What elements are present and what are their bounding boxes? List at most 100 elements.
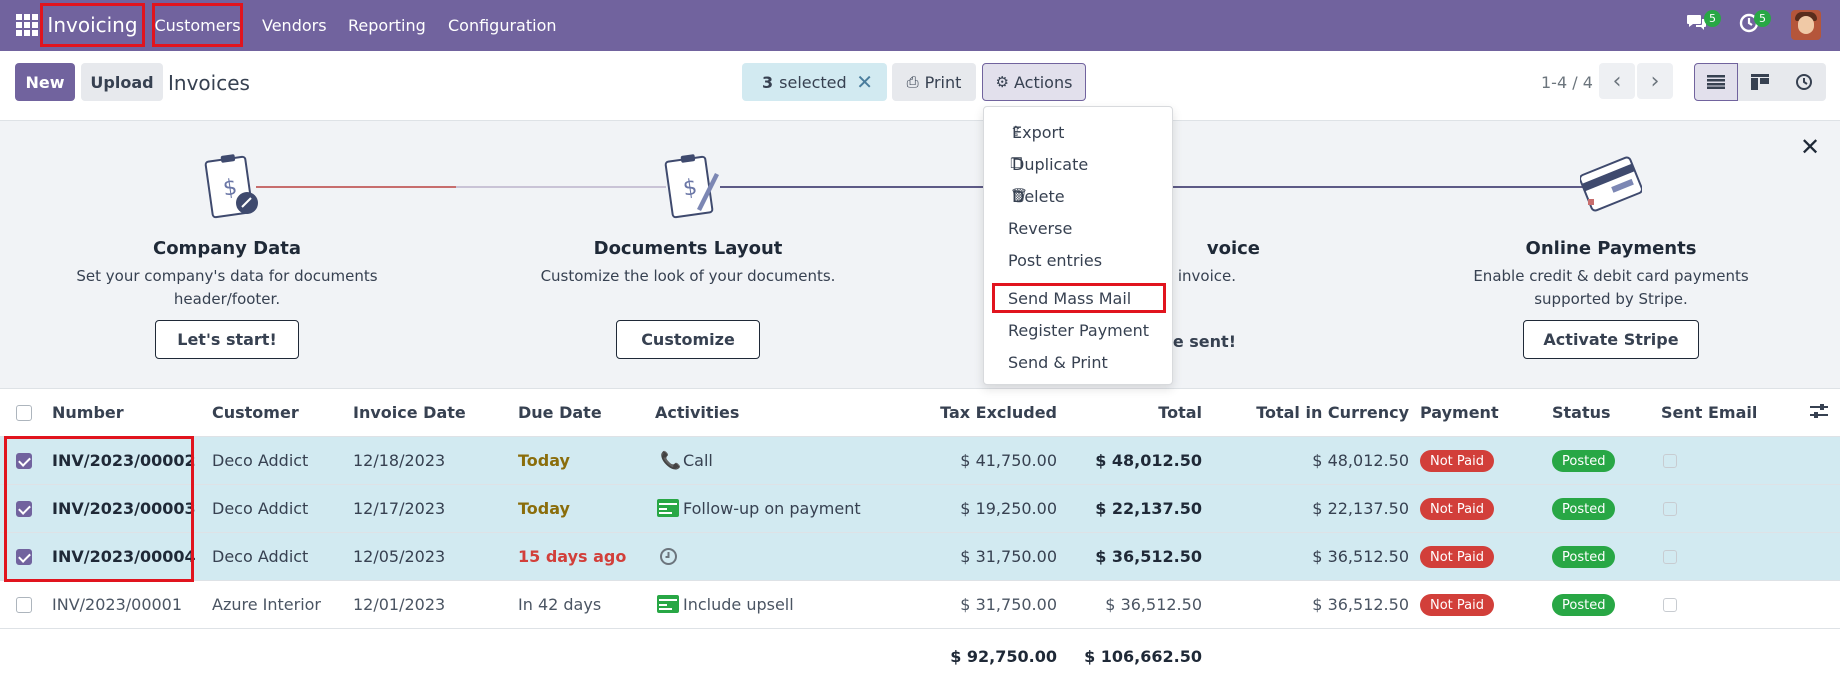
unselect-all-icon[interactable]: ✕ [856, 70, 873, 94]
table-row[interactable]: INV/2023/00001 Azure Interior 12/01/2023… [0, 581, 1840, 629]
column-header-sent-email[interactable]: Sent Email [1661, 403, 1757, 422]
actions-label: Actions [1014, 72, 1073, 92]
column-header-payment[interactable]: Payment [1420, 403, 1499, 422]
column-header-activities[interactable]: Activities [655, 403, 739, 422]
close-onboarding-icon[interactable]: ✕ [1800, 133, 1820, 161]
nav-vendors[interactable]: Vendors [262, 0, 327, 51]
column-header-status[interactable]: Status [1552, 403, 1611, 422]
lets-start-button[interactable]: Let's start! [155, 320, 299, 359]
optional-columns-icon[interactable] [1810, 403, 1828, 423]
column-header-invoice-date[interactable]: Invoice Date [353, 403, 466, 422]
print-icon: ⎙ [906, 73, 919, 91]
menu-item-register-payment[interactable]: Register Payment [984, 315, 1174, 345]
app-brand[interactable]: Invoicing [40, 3, 145, 47]
print-button[interactable]: ⎙ Print [892, 63, 976, 101]
upload-button[interactable]: Upload [81, 63, 163, 101]
step-title: Documents Layout [593, 238, 783, 259]
due-date: 15 days ago [518, 547, 627, 566]
phone-icon[interactable]: 📞 [660, 451, 681, 471]
column-header-number[interactable]: Number [52, 403, 124, 422]
step-description: Set your company's data for documents hea… [76, 267, 378, 308]
sent-email-checkbox [1663, 454, 1677, 468]
activities-count-badge: 5 [1754, 10, 1771, 27]
selection-indicator: 3 selected ✕ [742, 63, 887, 101]
copy-icon: ❐ [1010, 156, 1023, 172]
new-button[interactable]: New [15, 63, 75, 101]
sum-total: $ 106,662.50 [1084, 647, 1202, 666]
status-badge: Posted [1552, 546, 1616, 568]
progress-line [256, 186, 456, 188]
invoice-date: 12/01/2023 [353, 595, 446, 614]
invoice-number: INV/2023/00001 [52, 595, 183, 614]
activity-view-icon[interactable] [1782, 63, 1826, 101]
table-row[interactable]: INV/2023/00002 Deco Addict 12/18/2023 To… [0, 437, 1840, 485]
select-all-checkbox[interactable] [16, 405, 32, 421]
list-view-icon[interactable] [1694, 63, 1738, 101]
upsell-activity-icon[interactable] [657, 594, 679, 618]
column-header-total-in-currency[interactable]: Total in Currency [1240, 403, 1409, 422]
page-title: Invoices [168, 71, 250, 95]
kanban-view-icon[interactable] [1738, 63, 1782, 101]
status-badge: Posted [1552, 450, 1616, 472]
clock-icon[interactable] [659, 547, 678, 570]
sum-tax-excluded: $ 92,750.00 [950, 647, 1057, 666]
column-header-total[interactable]: Total [1060, 403, 1202, 422]
actions-button[interactable]: ⚙ Actions [982, 63, 1086, 101]
total-in-currency: $ 36,512.50 [1312, 547, 1409, 566]
step-description: Customize the look of your documents. [540, 267, 836, 285]
due-date: In 42 days [518, 595, 602, 614]
documents-layout-step-icon: $ [663, 151, 723, 221]
invoice-date: 12/18/2023 [353, 451, 446, 470]
total: $ 48,012.50 [1095, 451, 1202, 470]
top-navbar: Invoicing Customers Vendors Reporting Co… [0, 0, 1840, 51]
due-date: Today [518, 499, 570, 518]
menu-item-reverse[interactable]: Reverse [984, 213, 1174, 243]
payment-followup-icon[interactable] [657, 498, 679, 522]
column-header-customer[interactable]: Customer [212, 403, 299, 422]
nav-customers[interactable]: Customers [152, 3, 243, 47]
menu-item-delete[interactable]: 🗑 Delete [984, 181, 1174, 211]
customer-name: Deco Addict [212, 547, 309, 566]
nav-reporting[interactable]: Reporting [348, 0, 426, 51]
selected-count: 3 [762, 72, 774, 92]
pager-next-icon[interactable]: › [1637, 63, 1673, 99]
menu-item-duplicate[interactable]: ❐ Duplicate [984, 149, 1174, 179]
status-badge: Posted [1552, 594, 1616, 616]
total-in-currency: $ 22,137.50 [1312, 499, 1409, 518]
customize-button[interactable]: Customize [616, 320, 760, 359]
control-panel: New Upload Invoices 3 selected ✕ ⎙ Print… [0, 51, 1840, 121]
column-header-due-date[interactable]: Due Date [518, 403, 602, 422]
customer-name: Deco Addict [212, 451, 309, 470]
total-in-currency: $ 36,512.50 [1312, 595, 1409, 614]
messages-count-badge: 5 [1704, 10, 1721, 27]
invoice-date: 12/17/2023 [353, 499, 446, 518]
gear-icon: ⚙ [995, 73, 1009, 91]
payment-status-badge: Not Paid [1420, 546, 1494, 568]
nav-configuration[interactable]: Configuration [448, 0, 557, 51]
row-checkbox[interactable] [16, 597, 32, 613]
send-mass-mail-highlight [992, 283, 1166, 313]
activate-stripe-button[interactable]: Activate Stripe [1523, 320, 1699, 359]
tax-excluded: $ 19,250.00 [960, 499, 1057, 518]
sent-email-checkbox [1663, 502, 1677, 516]
payment-status-badge: Not Paid [1420, 594, 1494, 616]
status-badge: Posted [1552, 498, 1616, 520]
step-title: Online Payments [1525, 238, 1697, 259]
column-header-tax-excluded[interactable]: Tax Excluded [900, 403, 1057, 422]
menu-item-export[interactable]: ⇪ Export [984, 117, 1174, 147]
step-title: Company Data [152, 238, 302, 259]
step-description: Enable credit & debit card payments suppo… [1473, 267, 1749, 308]
activity-label[interactable]: Include upsell [683, 595, 794, 614]
activity-label[interactable]: Follow-up on payment [683, 499, 861, 518]
pager-previous-icon[interactable]: ‹ [1599, 63, 1635, 99]
pager-value[interactable]: 1-4 / 4 [1541, 73, 1593, 92]
menu-item-send-print[interactable]: Send & Print [984, 347, 1174, 377]
app-menu-icon[interactable] [16, 14, 38, 36]
table-row[interactable]: INV/2023/00003 Deco Addict 12/17/2023 To… [0, 485, 1840, 533]
menu-item-post-entries[interactable]: Post entries [984, 245, 1174, 275]
customer-name: Deco Addict [212, 499, 309, 518]
table-header: Number Customer Invoice Date Due Date Ac… [0, 389, 1840, 437]
table-row[interactable]: INV/2023/00004 Deco Addict 12/05/2023 15… [0, 533, 1840, 581]
activity-label[interactable]: Call [683, 451, 713, 470]
user-avatar[interactable] [1791, 10, 1821, 40]
